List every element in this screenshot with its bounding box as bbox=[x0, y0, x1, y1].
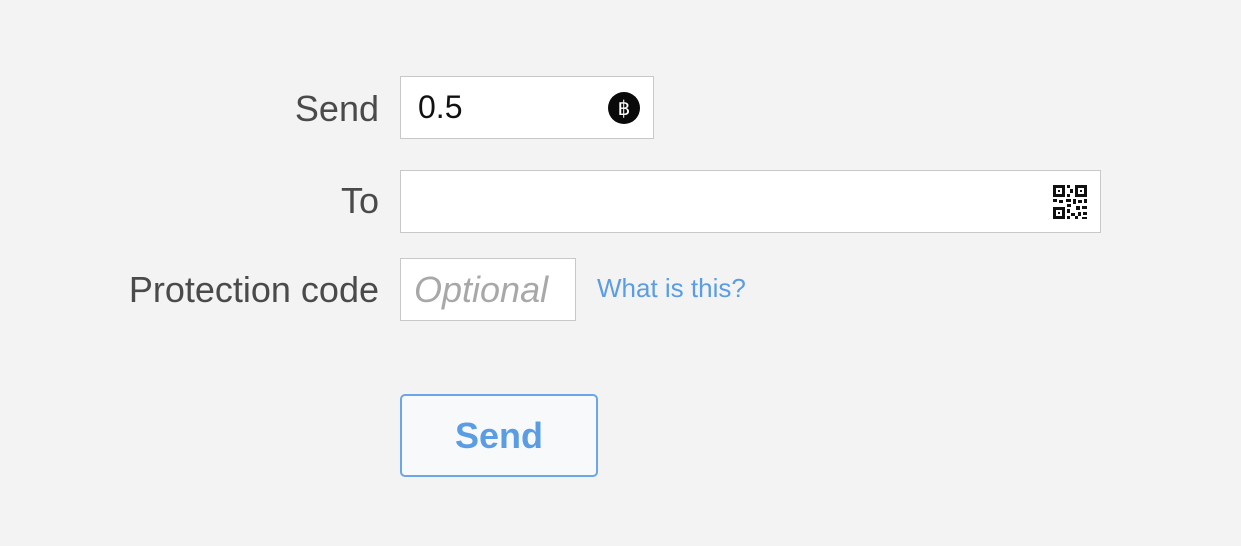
amount-input[interactable] bbox=[418, 77, 598, 138]
qr-code-icon[interactable] bbox=[1052, 184, 1088, 220]
to-field[interactable] bbox=[400, 170, 1101, 233]
protection-code-input[interactable] bbox=[414, 259, 569, 320]
amount-field[interactable]: ฿ bbox=[400, 76, 654, 139]
to-address-input[interactable] bbox=[418, 171, 1038, 232]
what-is-this-link[interactable]: What is this? bbox=[597, 275, 746, 301]
protection-code-field[interactable] bbox=[400, 258, 576, 321]
protection-code-label: Protection code bbox=[128, 269, 379, 310]
send-button[interactable]: Send bbox=[400, 394, 598, 477]
bitcoin-icon: ฿ bbox=[608, 92, 640, 124]
to-label: To bbox=[340, 180, 379, 221]
send-amount-label: Send bbox=[294, 88, 379, 129]
